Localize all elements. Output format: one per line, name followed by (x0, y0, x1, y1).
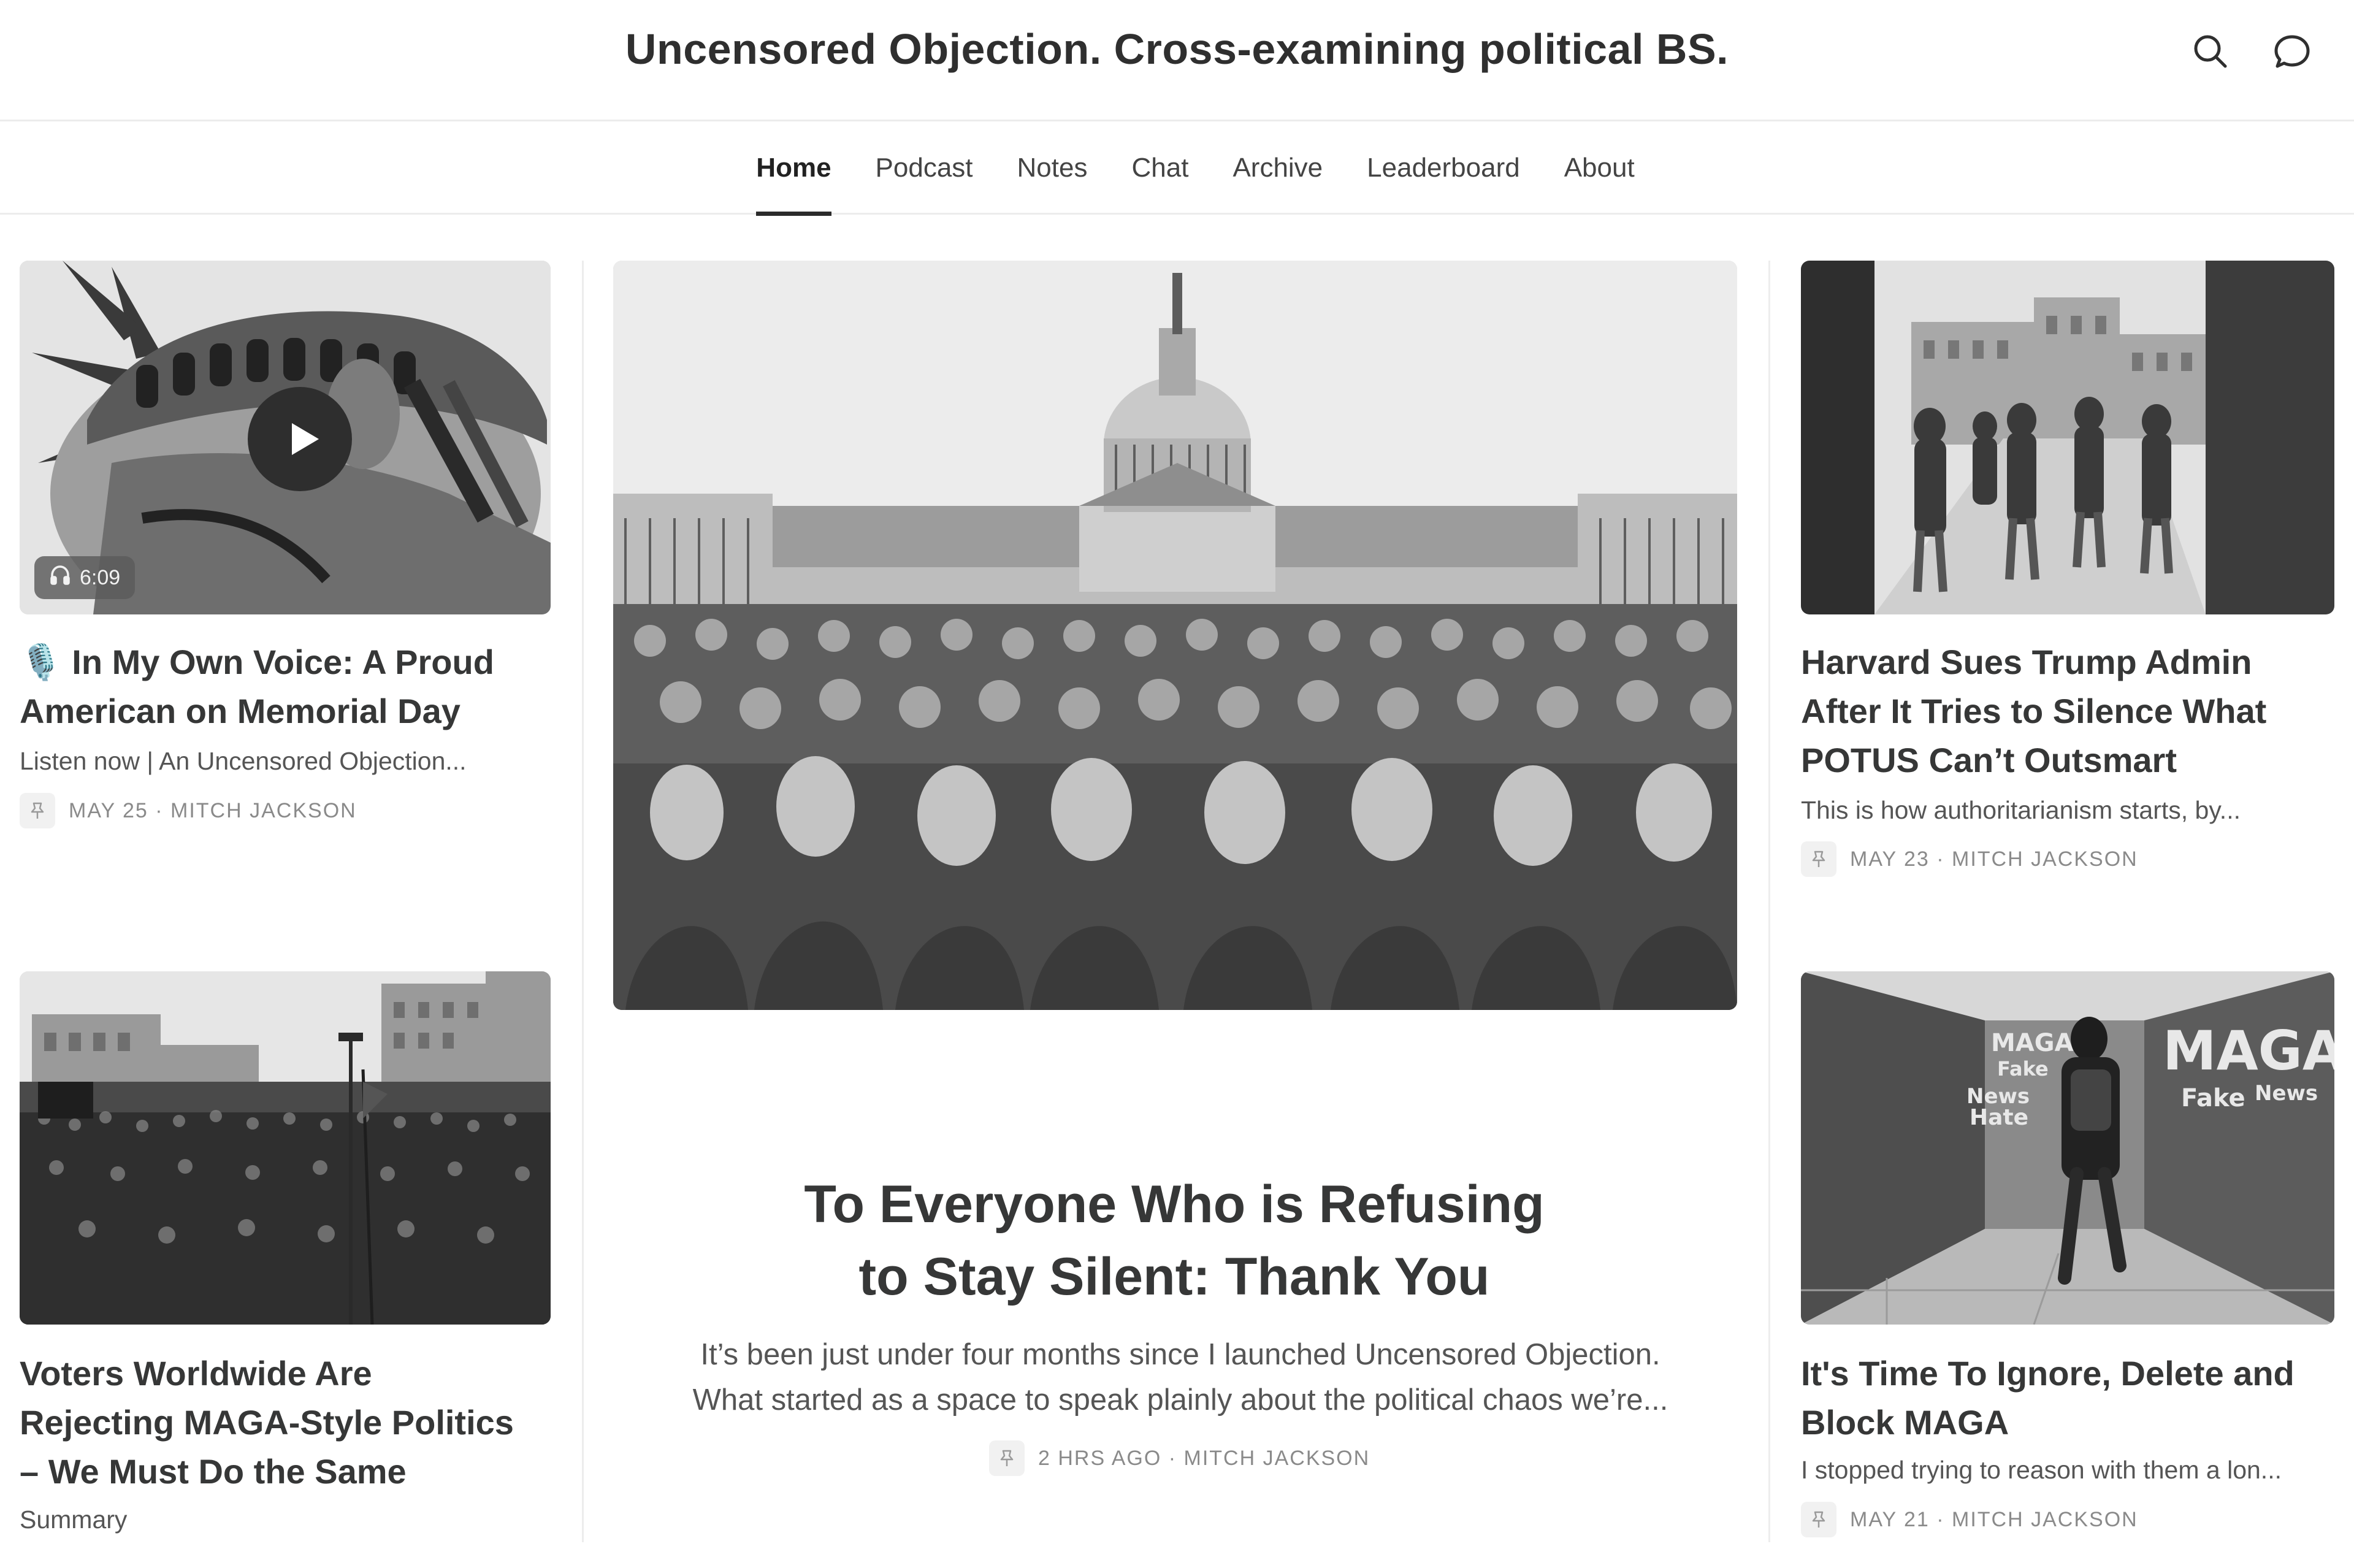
post-title-line[interactable]: POTUS Can’t Outsmart (1801, 736, 2341, 785)
post-title-line[interactable]: – We Must Do the Same (20, 1447, 559, 1496)
post-title-line[interactable]: American on Memorial Day (20, 687, 559, 736)
hero-excerpt-line: It’s been just under four months since I… (700, 1338, 1660, 1371)
post-date-author: 2 HRS AGO · MITCH JACKSON (1038, 1446, 1370, 1470)
hero-excerpt-line: What started as a space to speak plainly… (692, 1383, 1668, 1417)
nav-home[interactable]: Home (756, 121, 831, 216)
post-date-author: MAY 23 · MITCH JACKSON (1850, 847, 2138, 871)
post-subtitle: This is how authoritarianism starts, by.… (1801, 796, 2241, 824)
nav-chat[interactable]: Chat (1131, 121, 1188, 215)
search-icon[interactable] (2191, 32, 2230, 71)
site-title[interactable]: Uncensored Objection. Cross-examining po… (0, 25, 2354, 74)
post-thumbnail-graffiti-alley[interactable]: MAGA Fake News Hate MAGA Fake News (1801, 971, 2334, 1325)
post-title-line[interactable]: 🎙️ In My Own Voice: A Proud (20, 638, 559, 687)
post-title-line[interactable]: Rejecting MAGA-Style Politics (20, 1398, 559, 1447)
hero-title-line[interactable]: to Stay Silent: Thank You (613, 1241, 1735, 1313)
nav-podcast[interactable]: Podcast (876, 121, 973, 215)
hero-post-excerpt: It’s been just under four months since I… (625, 1332, 1735, 1423)
pin-icon (1801, 841, 1836, 877)
post-meta: MAY 21 · MITCH JACKSON (1801, 1502, 2138, 1537)
graffiti-text: Hate (1970, 1105, 2028, 1130)
post-meta: MAY 23 · MITCH JACKSON (1801, 841, 2138, 877)
main-nav: Home Podcast Notes Chat Archive Leaderbo… (0, 121, 2354, 216)
post-date-author: MAY 21 · MITCH JACKSON (1850, 1507, 2138, 1531)
nav-list: Home Podcast Notes Chat Archive Leaderbo… (0, 121, 2354, 216)
column-divider-left (582, 261, 584, 1542)
post-subtitle: Listen now | An Uncensored Objection... (20, 747, 467, 775)
nav-notes[interactable]: Notes (1017, 121, 1088, 215)
post-subtitle: I stopped trying to reason with them a l… (1801, 1456, 2282, 1484)
hero-thumbnail-capitol-crowd[interactable] (613, 261, 1737, 1010)
post-thumbnail-protest-crowd[interactable] (20, 971, 551, 1325)
audio-duration-badge: 6:09 (34, 556, 136, 599)
nav-leaderboard[interactable]: Leaderboard (1367, 121, 1520, 215)
post-title-line[interactable]: After It Tries to Silence What (1801, 687, 2341, 736)
graffiti-text: MAGA (2163, 1019, 2334, 1082)
post-title[interactable]: Harvard Sues Trump Admin After It Tries … (1801, 638, 2341, 785)
post-title[interactable]: 🎙️ In My Own Voice: A Proud American on … (20, 638, 559, 736)
pin-icon (20, 793, 55, 828)
headphones-icon (49, 564, 71, 592)
post-title[interactable]: It's Time To Ignore, Delete and Block MA… (1801, 1349, 2341, 1447)
post-date-author: MAY 25 · MITCH JACKSON (69, 798, 357, 822)
post-subtitle: Summary (20, 1505, 128, 1534)
graffiti-text: Fake (1997, 1057, 2049, 1080)
post-title-line[interactable]: Harvard Sues Trump Admin (1801, 638, 2341, 687)
post-thumbnail-harvard-walkway[interactable] (1801, 261, 2334, 614)
hero-post-title[interactable]: To Everyone Who is Refusing to Stay Sile… (613, 1168, 1735, 1313)
duration-text: 6:09 (80, 565, 121, 589)
chat-bubble-icon[interactable] (2272, 32, 2312, 71)
post-meta: MAY 25 · MITCH JACKSON (20, 793, 357, 828)
nav-about[interactable]: About (1564, 121, 1635, 215)
hero-post-meta: 2 HRS AGO · MITCH JACKSON (989, 1440, 1370, 1476)
nav-archive[interactable]: Archive (1232, 121, 1323, 215)
graffiti-text: News (2255, 1081, 2318, 1106)
site-header: Uncensored Objection. Cross-examining po… (0, 0, 2354, 121)
post-title-line[interactable]: Voters Worldwide Are (20, 1349, 559, 1398)
pin-icon (989, 1440, 1025, 1476)
graffiti-text: MAGA (1991, 1029, 2074, 1057)
column-divider-right (1768, 261, 1770, 1542)
graffiti-text: Fake (2181, 1084, 2245, 1112)
post-title[interactable]: Voters Worldwide Are Rejecting MAGA-Styl… (20, 1349, 559, 1496)
post-title-line[interactable]: It's Time To Ignore, Delete and (1801, 1349, 2341, 1398)
pin-icon (1801, 1502, 1836, 1537)
post-title-line[interactable]: Block MAGA (1801, 1398, 2341, 1447)
hero-title-line[interactable]: To Everyone Who is Refusing (613, 1168, 1735, 1241)
play-button[interactable] (248, 387, 352, 491)
